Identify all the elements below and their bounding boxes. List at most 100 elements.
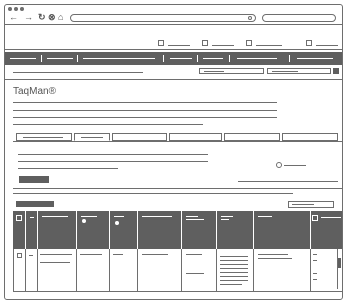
panel-right-text-line [238,181,338,182]
sort-indicator-icon[interactable] [82,219,86,223]
table-bottom-border [13,291,342,292]
search-submit-button[interactable] [19,176,49,183]
cell-text-line [313,273,317,274]
cell-text-line[interactable] [40,254,72,255]
field-placeholder-line [204,71,224,72]
column-header-line [221,219,229,220]
cell-text-line [220,280,248,281]
column-separator [25,211,26,249]
back-icon[interactable]: ← [9,13,18,22]
cell-text-line [29,255,33,256]
select-all-checkbox[interactable] [16,215,22,221]
cell-separator [109,249,110,291]
toolbar-search-field[interactable] [199,68,264,74]
panel-text-line [18,161,208,162]
column-header-line [42,216,68,217]
nav-separator [77,55,78,62]
panel-text-line [18,168,118,169]
utility-checkbox-2[interactable] [202,40,208,46]
nav-item-4[interactable] [170,58,192,59]
window-close-dot[interactable] [8,7,12,11]
cell-text-line [220,260,248,261]
browser-search-bar[interactable] [262,14,336,22]
main-nav-bar [5,52,342,65]
tab-label-line [23,137,63,138]
cell-text-line [258,258,292,259]
tab-3[interactable] [112,133,167,141]
utility-link-1[interactable] [168,45,190,46]
column-header-line [186,219,204,220]
window-zoom-dot[interactable] [20,7,24,11]
breadcrumb[interactable] [13,72,143,73]
utility-link-4[interactable] [316,45,338,46]
cell-text-line [186,254,202,255]
nav-item-6[interactable] [237,58,277,59]
bookmark-icon[interactable] [248,16,252,20]
row-checkbox[interactable] [17,253,22,258]
header-divider [5,49,342,50]
tabs-baseline [13,141,342,142]
select-value-line [292,204,314,205]
nav-separator [229,55,230,62]
cell-separator [37,249,38,291]
sort-indicator-icon[interactable] [115,221,119,225]
column-separator [181,211,182,249]
page-size-select[interactable] [288,201,334,208]
nav-separator [163,55,164,62]
tab-2-active[interactable] [74,133,110,141]
cell-text-line [186,273,204,274]
toolbar-select-field[interactable] [267,68,331,74]
column-header-line [221,216,233,217]
cell-text-line [220,272,248,273]
export-button[interactable] [16,201,54,207]
column-header-line [321,217,341,218]
column-separator [253,211,254,249]
cell-text-line [258,254,288,255]
column-separator [37,211,38,249]
scrollbar-thumb[interactable] [338,258,341,268]
reload-icon[interactable]: ↻ [38,13,46,22]
tab-label-line [81,137,103,138]
nav-item-1[interactable] [10,58,36,59]
address-bar[interactable] [70,14,256,22]
cell-text-line [313,260,317,261]
utility-checkbox-3[interactable] [246,40,252,46]
tab-1[interactable] [16,133,72,141]
nav-separator [289,55,290,62]
nav-item-2[interactable] [47,58,73,59]
window-minimize-dot[interactable] [14,7,18,11]
nav-item-3[interactable] [83,58,155,59]
column-header-line [142,216,172,217]
cell-text-line [220,268,248,269]
column-separator [310,211,311,249]
home-icon[interactable]: ⌂ [58,13,63,22]
utility-link-2[interactable] [212,45,234,46]
option-label-line [284,165,306,166]
nav-item-7[interactable] [297,58,333,59]
column-separator [216,211,217,249]
tab-5[interactable] [224,133,280,141]
stop-icon[interactable]: ⊗ [48,13,56,22]
cell-separator [76,249,77,291]
nav-item-5[interactable] [203,58,223,59]
cell-text-line [313,279,317,280]
column-separator [137,211,138,249]
cell-text-line [220,284,242,285]
tab-4[interactable] [169,133,222,141]
column-toggle-checkbox[interactable] [312,215,318,221]
cell-separator [181,249,182,291]
chrome-divider [5,24,342,25]
option-radio[interactable] [276,162,282,168]
utility-checkbox-1[interactable] [158,40,164,46]
cell-separator [216,249,217,291]
results-text-line [13,193,293,194]
cell-text-line [313,254,317,255]
tab-6[interactable] [282,133,338,141]
table-scrollbar[interactable] [337,249,342,289]
utility-checkbox-4[interactable] [306,40,312,46]
utility-link-3[interactable] [256,45,282,46]
toolbar-go-button[interactable] [333,68,339,74]
column-header-line [30,217,34,218]
panel-divider [13,188,342,189]
forward-icon[interactable]: → [24,13,33,22]
